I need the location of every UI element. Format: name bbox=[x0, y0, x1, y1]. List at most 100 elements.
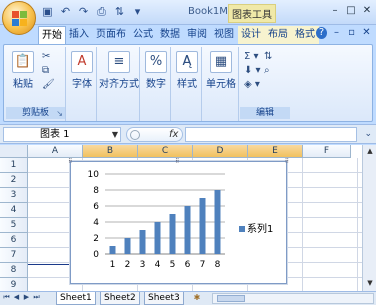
insert-sheet-icon[interactable]: ✱ bbox=[188, 293, 206, 304]
sort-filter-icon[interactable]: ⇅ bbox=[264, 51, 272, 62]
redo-icon[interactable]: ↷ bbox=[76, 5, 91, 19]
column-header-a[interactable]: A bbox=[28, 145, 83, 158]
vertical-scrollbar[interactable]: ▲ ▼ bbox=[362, 145, 376, 291]
minimize-icon[interactable]: – bbox=[329, 5, 341, 17]
last-sheet-icon[interactable]: ⏭ bbox=[33, 293, 40, 302]
row-header-1[interactable]: 1 bbox=[0, 158, 28, 173]
ribbon-right-controls: ? – ▫ ✕ bbox=[316, 27, 372, 39]
bar[interactable] bbox=[199, 198, 206, 254]
y-tick-label: 2 bbox=[93, 234, 99, 244]
horizontal-scrollbar[interactable] bbox=[212, 293, 374, 304]
number-button[interactable]: % 数字 bbox=[143, 51, 169, 90]
cells-label: 单元格 bbox=[206, 79, 236, 90]
tab-layout[interactable]: 布局 bbox=[265, 26, 292, 44]
bar[interactable] bbox=[109, 246, 116, 254]
sheet-tab-sheet3[interactable]: Sheet3 bbox=[144, 292, 184, 305]
close-icon[interactable]: ✕ bbox=[361, 5, 373, 17]
scroll-down-icon[interactable]: ▼ bbox=[365, 279, 375, 289]
prev-sheet-icon[interactable]: ◀ bbox=[13, 293, 20, 302]
clear-icon[interactable]: ◈ ▾ bbox=[244, 79, 260, 90]
format-painter-icon[interactable]: 🖌 bbox=[42, 79, 55, 90]
grid-column-line bbox=[302, 158, 303, 291]
help-icon[interactable]: ? bbox=[316, 27, 327, 39]
column-header-f[interactable]: F bbox=[303, 145, 351, 158]
tab-insert[interactable]: 插入 bbox=[66, 26, 93, 44]
bar[interactable] bbox=[214, 190, 221, 254]
column-header-b[interactable]: B bbox=[83, 145, 138, 158]
styles-group: Ą 样式 bbox=[172, 47, 202, 121]
cells-button[interactable]: ▦ 单元格 bbox=[203, 51, 239, 90]
insert-function-button[interactable]: fx bbox=[169, 129, 178, 140]
font-button[interactable]: A 字体 bbox=[69, 51, 95, 90]
tab-review[interactable]: 审阅 bbox=[184, 26, 211, 44]
cells-group: ▦ 单元格 bbox=[203, 47, 239, 121]
tab-data[interactable]: 数据 bbox=[157, 26, 184, 44]
ribbon-minimize-icon[interactable]: – bbox=[331, 27, 342, 39]
first-sheet-icon[interactable]: ⏮ bbox=[3, 293, 10, 302]
tab-design[interactable]: 设计 bbox=[238, 26, 265, 44]
name-box[interactable]: 图表 1 ▼ bbox=[3, 127, 121, 142]
sheet-tab-sheet2[interactable]: Sheet2 bbox=[100, 292, 140, 305]
formula-input[interactable] bbox=[185, 127, 357, 142]
save-icon[interactable]: ▣ bbox=[40, 5, 55, 19]
row-header-2[interactable]: 2 bbox=[0, 173, 28, 188]
row-header-3[interactable]: 3 bbox=[0, 188, 28, 203]
ribbon-restore-icon[interactable]: ▫ bbox=[346, 27, 357, 39]
grid-column-line bbox=[357, 158, 358, 291]
alignment-button[interactable]: ≡ 对齐方式 bbox=[99, 51, 139, 90]
sort-icon[interactable]: ⇅ bbox=[112, 5, 127, 19]
chevron-down-icon[interactable]: ▼ bbox=[112, 128, 118, 141]
scroll-up-icon[interactable]: ▲ bbox=[365, 147, 375, 157]
tab-formulas[interactable]: 公式 bbox=[130, 26, 157, 44]
clipboard-group: 📋 粘贴 ✂ ⧉ 🖌 剪贴板 ↘ bbox=[6, 47, 66, 121]
paste-button[interactable]: 📋 粘贴 bbox=[10, 51, 36, 90]
horizontal-scroll-thumb[interactable] bbox=[217, 295, 245, 302]
tab-view[interactable]: 视图 bbox=[211, 26, 238, 44]
print-preview-icon[interactable]: ⎙ bbox=[94, 5, 109, 19]
row-header-5[interactable]: 5 bbox=[0, 218, 28, 233]
bar[interactable] bbox=[169, 214, 176, 254]
y-tick-label: 8 bbox=[93, 186, 99, 196]
formula-bar: 图表 1 ▼ fx ⌄ bbox=[0, 124, 376, 144]
copy-icon[interactable]: ⧉ bbox=[42, 65, 49, 76]
column-header-e[interactable]: E bbox=[248, 145, 303, 158]
sheet-tab-sheet1[interactable]: Sheet1 bbox=[56, 292, 96, 305]
next-sheet-icon[interactable]: ▶ bbox=[23, 293, 30, 302]
chart-object[interactable]: ⠿ ⠿ ⠿ 0 2 4 6 8 10 1 2 3 4 5 6 7 8 系列1 bbox=[68, 158, 289, 284]
undo-icon[interactable]: ↶ bbox=[58, 5, 73, 19]
row-header-6[interactable]: 6 bbox=[0, 233, 28, 248]
autosum-icon[interactable]: Σ ▾ bbox=[244, 51, 259, 62]
customize-icon[interactable]: ▾ bbox=[130, 5, 145, 19]
chart-legend: 系列1 bbox=[239, 220, 273, 235]
number-group: % 数字 bbox=[141, 47, 171, 121]
row-header-4[interactable]: 4 bbox=[0, 203, 28, 218]
bar[interactable] bbox=[139, 230, 146, 254]
select-all-corner[interactable] bbox=[0, 145, 28, 158]
bar[interactable] bbox=[124, 238, 131, 254]
bar[interactable] bbox=[184, 206, 191, 254]
tab-format[interactable]: 格式 bbox=[292, 26, 319, 44]
column-header-d[interactable]: D bbox=[193, 145, 248, 158]
office-button[interactable] bbox=[2, 1, 36, 35]
bar[interactable] bbox=[154, 222, 161, 254]
office-logo-icon bbox=[12, 11, 27, 26]
ribbon-close-icon[interactable]: ✕ bbox=[361, 27, 372, 39]
column-header-c[interactable]: C bbox=[138, 145, 193, 158]
expand-formula-bar-icon[interactable]: ⌄ bbox=[364, 129, 372, 139]
row-header-8[interactable]: 8 bbox=[0, 263, 28, 278]
maximize-icon[interactable]: □ bbox=[345, 5, 357, 17]
ribbon: 📋 粘贴 ✂ ⧉ 🖌 剪贴板 ↘ A 字体 ≡ 对齐方式 % 数字 Ą 样式 ▦… bbox=[3, 44, 373, 122]
find-icon[interactable]: ⌕ bbox=[264, 65, 270, 76]
fill-icon[interactable]: ⬇ ▾ bbox=[244, 65, 261, 76]
tab-page-layout[interactable]: 页面布 bbox=[93, 26, 130, 44]
cancel-circle-icon[interactable] bbox=[130, 130, 140, 140]
cut-icon[interactable]: ✂ bbox=[42, 51, 50, 62]
ribbon-tabs: 开始 插入 页面布 公式 数据 审阅 视图 设计 布局 格式 bbox=[38, 26, 319, 44]
tab-home[interactable]: 开始 bbox=[38, 26, 66, 44]
cells-icon: ▦ bbox=[210, 51, 232, 73]
clipboard-launcher-icon[interactable]: ↘ bbox=[56, 109, 63, 118]
row-header-7[interactable]: 7 bbox=[0, 248, 28, 263]
row-header-9[interactable]: 9 bbox=[0, 278, 28, 291]
styles-button[interactable]: Ą 样式 bbox=[174, 51, 200, 90]
styles-label: 样式 bbox=[177, 79, 197, 90]
